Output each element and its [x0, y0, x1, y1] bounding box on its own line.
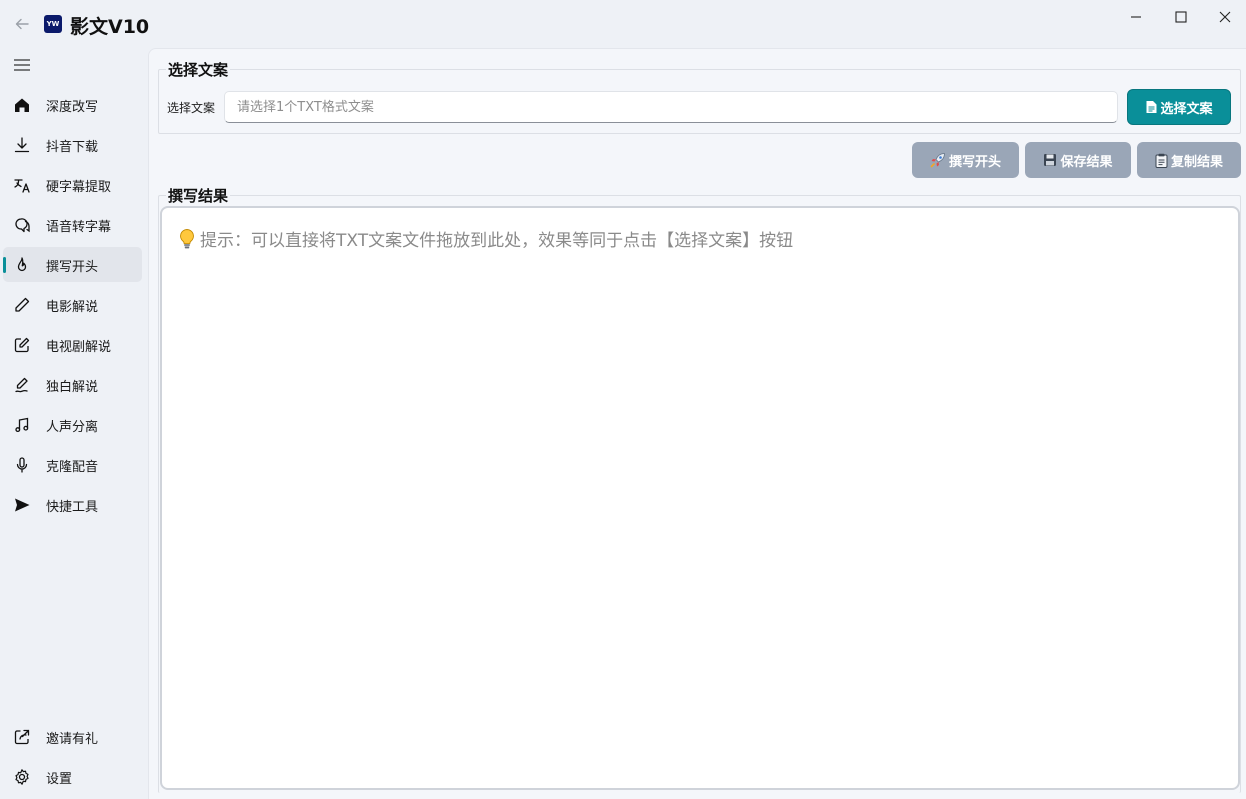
- floppy-disk-icon: [1044, 154, 1057, 166]
- sidebar-item-label: 撰写开头: [46, 260, 99, 275]
- back-button[interactable]: [10, 12, 34, 36]
- sidebar-item-label: 克隆配音: [46, 460, 99, 475]
- save-result-button-label: 保存结果: [1060, 154, 1113, 170]
- copy-result-button-label: 复制结果: [1170, 154, 1223, 170]
- drop-hint: 提示：可以直接将TXT文案文件拖放到此处，效果等同于点击【选择文案】按钮: [178, 226, 793, 251]
- sidebar-item-settings[interactable]: 设置: [3, 759, 142, 794]
- sidebar-item-movie-commentary[interactable]: 电影解说: [3, 287, 142, 322]
- sidebar-item-quick-tools[interactable]: 快捷工具: [3, 487, 142, 522]
- sidebar-item-write-opening[interactable]: 撰写开头: [3, 247, 142, 282]
- download-icon: [12, 135, 32, 155]
- sidebar-item-label: 快捷工具: [46, 500, 99, 515]
- flame-icon: [12, 255, 32, 275]
- menu-toggle-button[interactable]: [10, 54, 34, 76]
- sidebar-item-invite[interactable]: 邀请有礼: [3, 719, 142, 754]
- app-window: YW 影文V10 深度改写 抖音下载 硬字幕提取 语音转字幕 撰写开头 电影解说…: [0, 0, 1246, 799]
- write-opening-button[interactable]: 撰写开头: [912, 142, 1019, 178]
- share-icon: [12, 727, 32, 747]
- arrow-left-icon: [15, 18, 29, 30]
- sidebar-item-label: 抖音下载: [46, 140, 99, 155]
- gear-icon: [12, 767, 32, 787]
- music-note-icon: [12, 415, 32, 435]
- lightbulb-icon: [180, 228, 194, 248]
- main-content: 选择文案 选择文案 选择文案 撰写开头 保存结果 复制结果 撰写结果 提示：可以…: [148, 48, 1246, 799]
- app-title: 影文V10: [70, 16, 150, 38]
- save-result-button[interactable]: 保存结果: [1025, 142, 1131, 178]
- sidebar-item-label: 独白解说: [46, 380, 99, 395]
- home-icon: [12, 95, 32, 115]
- sidebar-item-tv-commentary[interactable]: 电视剧解说: [3, 327, 142, 362]
- sidebar-item-speech-to-subtitle[interactable]: 语音转字幕: [3, 207, 142, 242]
- write-opening-button-label: 撰写开头: [948, 154, 1001, 170]
- sidebar-item-label: 邀请有礼: [46, 732, 99, 747]
- sidebar-item-douyin-download[interactable]: 抖音下载: [3, 127, 142, 162]
- select-section-title: 选择文案: [166, 59, 231, 80]
- sidebar: 深度改写 抖音下载 硬字幕提取 语音转字幕 撰写开头 电影解说 电视剧解说 独白…: [0, 48, 148, 799]
- maximize-icon: [1175, 11, 1187, 23]
- pen-signature-icon: [12, 375, 32, 395]
- edit-square-icon: [12, 335, 32, 355]
- microphone-icon: [12, 455, 32, 475]
- subtitle-extract-icon: [12, 175, 32, 195]
- copy-result-button[interactable]: 复制结果: [1137, 142, 1241, 178]
- result-textarea[interactable]: 提示：可以直接将TXT文案文件拖放到此处，效果等同于点击【选择文案】按钮: [160, 206, 1240, 790]
- minimize-button[interactable]: [1116, 6, 1156, 28]
- sidebar-item-label: 人声分离: [46, 420, 99, 435]
- sidebar-item-label: 电影解说: [46, 300, 99, 315]
- document-icon: [1146, 101, 1157, 113]
- active-indicator: [3, 257, 6, 273]
- speech-bubble-icon: [12, 215, 32, 235]
- maximize-button[interactable]: [1161, 6, 1201, 28]
- app-logo: YW: [44, 15, 62, 33]
- sidebar-item-deep-rewrite[interactable]: 深度改写: [3, 87, 142, 122]
- sidebar-item-label: 硬字幕提取: [46, 180, 112, 195]
- sidebar-item-label: 电视剧解说: [46, 340, 112, 355]
- close-icon: [1219, 11, 1231, 23]
- send-icon: [12, 495, 32, 515]
- minimize-icon: [1131, 16, 1141, 18]
- select-field-label: 选择文案: [167, 101, 216, 115]
- hamburger-icon: [14, 59, 30, 71]
- title-bar: YW 影文V10: [0, 0, 1246, 48]
- sidebar-item-voice-clone[interactable]: 克隆配音: [3, 447, 142, 482]
- sidebar-item-label: 深度改写: [46, 100, 99, 115]
- pencil-icon: [12, 295, 32, 315]
- rocket-icon: [930, 153, 945, 168]
- file-path-input[interactable]: [224, 91, 1118, 123]
- sidebar-item-monologue[interactable]: 独白解说: [3, 367, 142, 402]
- select-file-button[interactable]: 选择文案: [1127, 89, 1231, 125]
- sidebar-item-hard-subtitle[interactable]: 硬字幕提取: [3, 167, 142, 202]
- sidebar-item-label: 语音转字幕: [46, 220, 112, 235]
- result-section-title: 撰写结果: [166, 185, 231, 206]
- select-file-button-label: 选择文案: [1160, 101, 1213, 117]
- sidebar-item-vocal-separation[interactable]: 人声分离: [3, 407, 142, 442]
- sidebar-item-label: 设置: [46, 772, 73, 787]
- close-button[interactable]: [1205, 6, 1245, 28]
- drop-hint-text: 提示：可以直接将TXT文案文件拖放到此处，效果等同于点击【选择文案】按钮: [200, 231, 794, 251]
- clipboard-icon: [1155, 153, 1168, 168]
